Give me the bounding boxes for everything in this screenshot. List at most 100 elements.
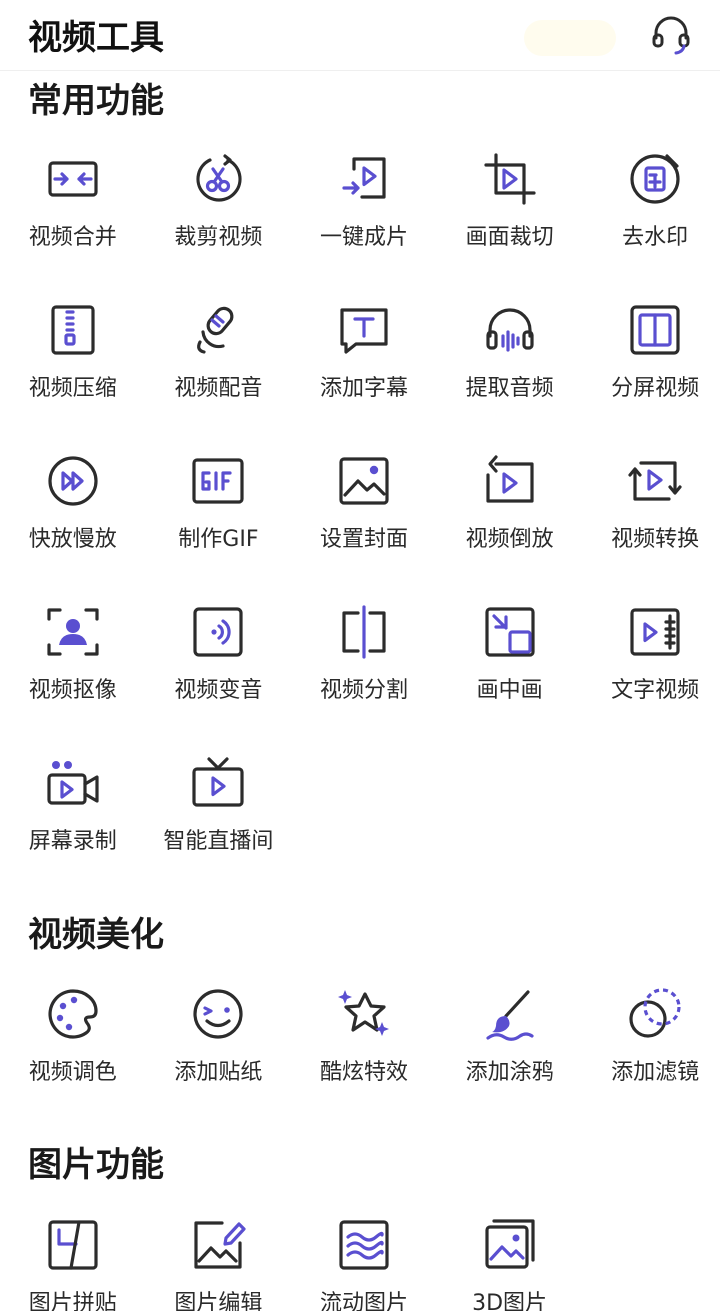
tool-tile-flowing-image[interactable]: 流动图片 <box>291 1207 437 1311</box>
tool-tile-reverse[interactable]: 视频倒放 <box>437 443 583 594</box>
tool-tile-stamp[interactable]: 去水印 <box>582 141 720 292</box>
image-edit-icon <box>190 1217 246 1273</box>
tool-tile-convert[interactable]: 视频转换 <box>582 443 720 594</box>
merge-icon <box>45 151 101 207</box>
microphone-icon <box>190 302 246 358</box>
tool-tile-headphones[interactable]: 提取音频 <box>437 292 583 443</box>
sticker-face-icon <box>190 986 246 1042</box>
stamp-icon <box>627 151 683 207</box>
tool-tile-sticker-face[interactable]: 添加贴纸 <box>146 976 292 1127</box>
section-title-image: 图片功能 <box>28 1145 164 1185</box>
reverse-icon <box>482 453 538 509</box>
tool-label: 图片拼贴 <box>28 1291 117 1311</box>
tool-label: 酷炫特效 <box>319 1060 408 1085</box>
tool-tile-3d-image[interactable]: 3D图片 <box>437 1207 583 1311</box>
tool-tile-portrait-cutout[interactable]: 视频抠像 <box>0 594 146 745</box>
brush-icon <box>482 986 538 1042</box>
one-click-movie-icon <box>336 151 392 207</box>
tool-tile-fast-forward[interactable]: 快放慢放 <box>0 443 146 594</box>
tool-label: 视频调色 <box>28 1060 117 1085</box>
tool-tile-zip[interactable]: 视频压缩 <box>0 292 146 443</box>
page-title: 视频工具 <box>28 18 164 58</box>
video-tools-page: 视频工具 常用功能 视频合并 裁剪视频 一键成片 画面裁切 去水印视频压缩 视频配音 添加字… <box>0 0 720 1311</box>
collage-icon <box>45 1217 101 1273</box>
tool-tile-voice-change[interactable]: 视频变音 <box>146 594 292 745</box>
video-beautify-grid: 视频调色 添加贴纸 酷炫特效 添加涂鸦 添加滤镜 <box>0 976 720 1127</box>
tool-label: 制作GIF <box>178 527 259 552</box>
top-banner-placeholder <box>524 20 616 56</box>
3d-image-icon <box>482 1217 538 1273</box>
tool-tile-screen-record[interactable]: 屏幕录制 <box>0 745 146 896</box>
tool-label: 3D图片 <box>472 1291 548 1311</box>
tool-label: 添加贴纸 <box>174 1060 263 1085</box>
tool-label: 视频压缩 <box>28 376 117 401</box>
sparkle-star-icon <box>336 986 392 1042</box>
tool-label: 添加字幕 <box>319 376 408 401</box>
tool-tile-palette[interactable]: 视频调色 <box>0 976 146 1127</box>
split-screen-icon <box>627 302 683 358</box>
filter-icon <box>627 986 683 1042</box>
tool-label: 屏幕录制 <box>28 829 117 854</box>
tool-label: 流动图片 <box>319 1291 408 1311</box>
tool-tile-subtitle[interactable]: 添加字幕 <box>291 292 437 443</box>
tool-label: 视频分割 <box>319 678 408 703</box>
section-title-common: 常用功能 <box>28 81 164 121</box>
tool-tile-gif[interactable]: 制作GIF <box>146 443 292 594</box>
gif-icon <box>190 453 246 509</box>
tool-label: 智能直播间 <box>163 829 274 854</box>
tool-tile-crop[interactable]: 画面裁切 <box>437 141 583 292</box>
tool-tile-sparkle-star[interactable]: 酷炫特效 <box>291 976 437 1127</box>
tool-label: 视频转换 <box>611 527 700 552</box>
tool-tile-image[interactable]: 设置封面 <box>291 443 437 594</box>
tool-label: 文字视频 <box>611 678 700 703</box>
tool-tile-filter[interactable]: 添加滤镜 <box>582 976 720 1127</box>
tool-label: 视频变音 <box>174 678 263 703</box>
scissors-icon <box>190 151 246 207</box>
tool-label: 画面裁切 <box>465 225 554 250</box>
tool-label: 分屏视频 <box>611 376 700 401</box>
palette-icon <box>45 986 101 1042</box>
section-title-beautify: 视频美化 <box>28 915 164 955</box>
image-icon <box>336 453 392 509</box>
top-bar: 视频工具 <box>0 0 720 71</box>
tool-tile-merge[interactable]: 视频合并 <box>0 141 146 292</box>
tool-label: 添加涂鸦 <box>465 1060 554 1085</box>
tool-label: 提取音频 <box>465 376 554 401</box>
tool-tile-split-screen[interactable]: 分屏视频 <box>582 292 720 443</box>
tool-label: 一键成片 <box>319 225 408 250</box>
tool-tile-microphone[interactable]: 视频配音 <box>146 292 292 443</box>
tool-tile-collage[interactable]: 图片拼贴 <box>0 1207 146 1311</box>
screen-record-icon <box>45 755 101 811</box>
tool-label: 去水印 <box>622 225 689 250</box>
tool-label: 裁剪视频 <box>174 225 263 250</box>
tool-tile-scissors[interactable]: 裁剪视频 <box>146 141 292 292</box>
headset-icon <box>652 16 690 55</box>
split-icon <box>336 604 392 660</box>
tool-label: 快放慢放 <box>28 527 117 552</box>
portrait-cutout-icon <box>45 604 101 660</box>
tool-label: 视频配音 <box>174 376 263 401</box>
voice-change-icon <box>190 604 246 660</box>
common-functions-grid: 视频合并 裁剪视频 一键成片 画面裁切 去水印视频压缩 视频配音 添加字幕 提取音频 分屏视频快… <box>0 141 720 896</box>
tool-label: 视频倒放 <box>465 527 554 552</box>
tool-tile-image-edit[interactable]: 图片编辑 <box>146 1207 292 1311</box>
tool-label: 设置封面 <box>319 527 408 552</box>
picture-in-picture-icon <box>482 604 538 660</box>
tool-label: 视频抠像 <box>28 678 117 703</box>
convert-icon <box>627 453 683 509</box>
subtitle-icon <box>336 302 392 358</box>
tool-tile-split[interactable]: 视频分割 <box>291 594 437 745</box>
flowing-image-icon <box>336 1217 392 1273</box>
tool-label: 画中画 <box>476 678 543 703</box>
tool-tile-brush[interactable]: 添加涂鸦 <box>437 976 583 1127</box>
customer-support-button[interactable] <box>648 12 694 58</box>
tool-tile-one-click-movie[interactable]: 一键成片 <box>291 141 437 292</box>
zip-icon <box>45 302 101 358</box>
tool-tile-live-tv[interactable]: 智能直播间 <box>146 745 292 896</box>
live-tv-icon <box>190 755 246 811</box>
tool-tile-picture-in-picture[interactable]: 画中画 <box>437 594 583 745</box>
image-functions-grid: 图片拼贴 图片编辑 流动图片 3D图片 <box>0 1207 720 1311</box>
tool-tile-text-video[interactable]: 文字视频 <box>582 594 720 745</box>
text-video-icon <box>627 604 683 660</box>
headphones-icon <box>482 302 538 358</box>
